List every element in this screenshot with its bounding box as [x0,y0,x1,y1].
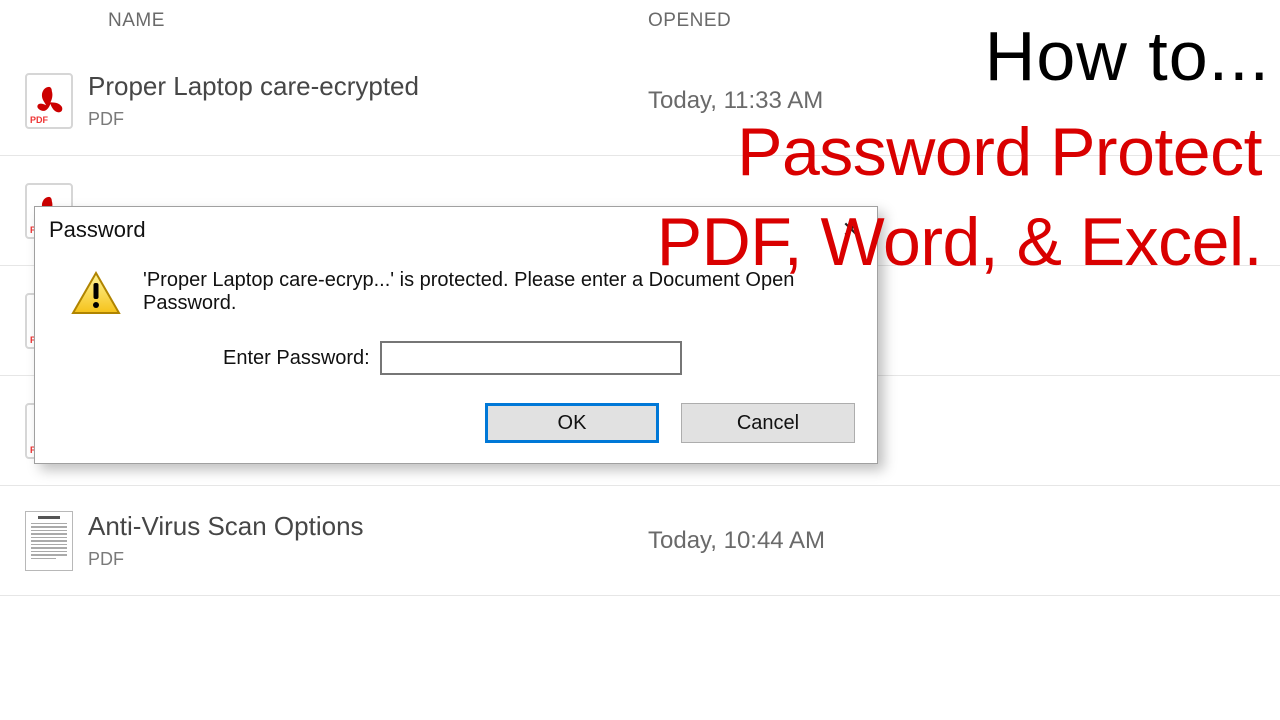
overlay-line-1: Password Protect [737,118,1262,186]
overlay-title: How to... [985,16,1270,96]
password-label: Enter Password: [223,347,370,370]
file-row[interactable]: Anti-Virus Scan Options PDF Today, 10:44… [0,486,1280,596]
file-type: PDF [88,109,648,130]
warning-icon [71,271,121,315]
overlay-line-2: PDF, Word, & Excel. [657,208,1262,276]
file-name: Anti-Virus Scan Options [88,511,648,542]
file-name: Proper Laptop care-ecrypted [88,71,648,102]
password-input[interactable] [380,341,682,375]
file-type: PDF [88,549,648,570]
file-date: Today, 10:44 AM [648,527,1280,555]
column-name[interactable]: NAME [108,10,648,32]
cancel-button[interactable]: Cancel [681,403,855,443]
ok-button[interactable]: OK [485,403,659,443]
dialog-title: Password [49,217,146,243]
pdf-icon: PDF [25,73,73,129]
file-icon-cell [10,511,88,571]
file-icon-cell: PDF [10,73,88,129]
document-thumbnail-icon [25,511,73,571]
